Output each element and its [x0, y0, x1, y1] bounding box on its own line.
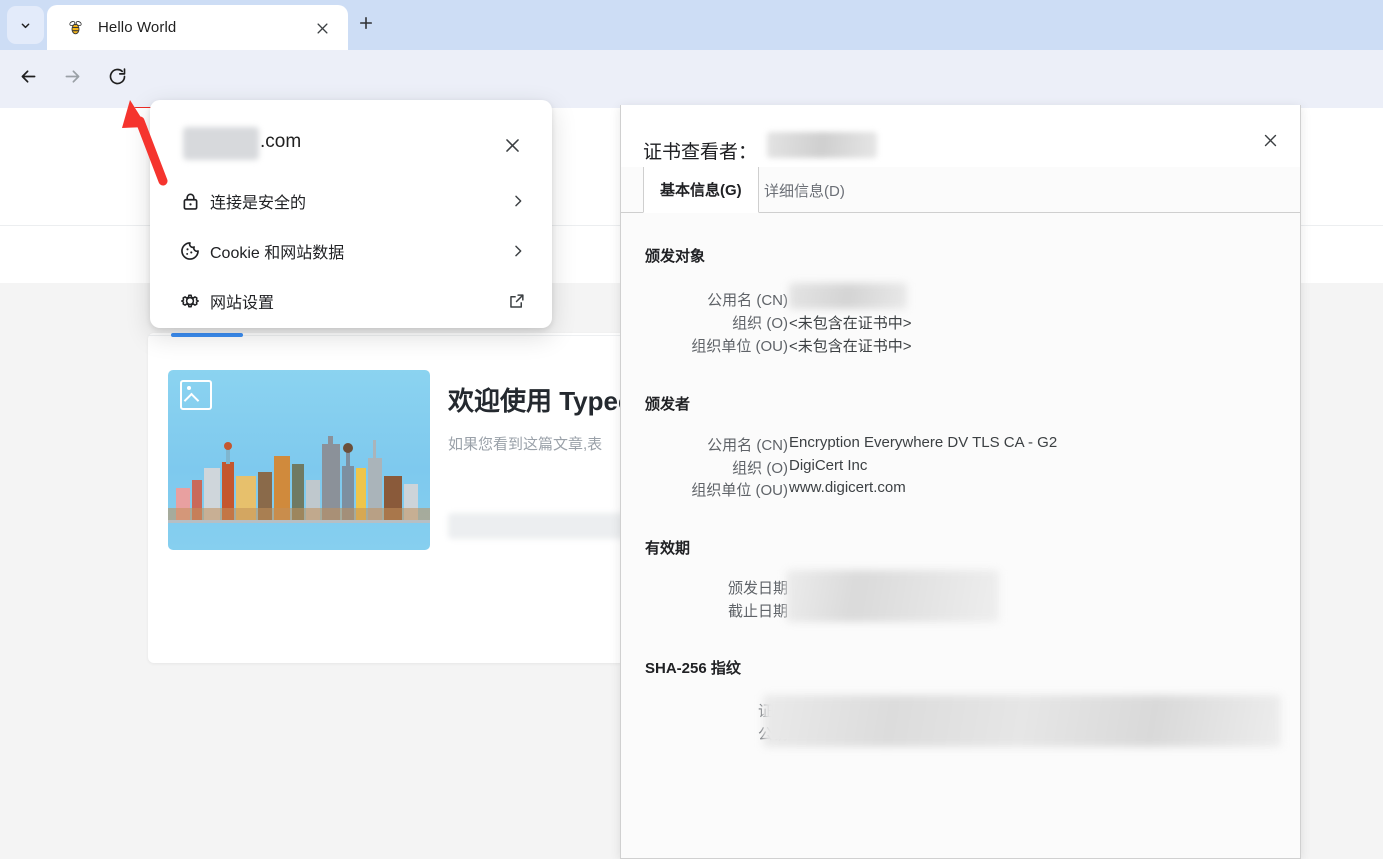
external-link-icon	[507, 292, 526, 311]
field-value: www.digicert.com	[789, 479, 906, 496]
field-label: 组织单位 (OU)	[691, 338, 788, 355]
field-value: <未包含在证书中>	[789, 338, 912, 355]
site-info-title: .com	[260, 131, 302, 152]
chevron-down-icon	[18, 18, 33, 33]
field-label: 截止日期	[727, 603, 788, 620]
chevron-right-icon	[510, 243, 526, 259]
site-info-row-cookies[interactable]: Cookie 和网站数据	[150, 226, 552, 276]
site-info-row-settings[interactable]: 网站设置	[150, 276, 552, 326]
post-excerpt: 如果您看到这篇文章,表	[448, 436, 603, 453]
subject-cn-redaction	[789, 283, 907, 309]
field-label: 公用名 (CN)	[707, 292, 788, 309]
certificate-close-button[interactable]	[1256, 129, 1284, 157]
section-heading-subject: 颁发对象	[645, 248, 706, 265]
active-tab-indicator	[171, 333, 243, 337]
tab-title: Hello World	[98, 19, 177, 36]
site-info-row-label: Cookie 和网站数据	[210, 245, 345, 262]
certificate-title-bar: 证书查看者：	[621, 105, 1300, 167]
browser-tab[interactable]: Hello World	[47, 5, 348, 51]
image-placeholder-icon	[180, 380, 212, 410]
gear-icon	[177, 290, 203, 312]
close-icon	[1262, 132, 1279, 154]
certificate-subject-redaction	[767, 132, 877, 158]
cookie-icon	[177, 240, 203, 262]
section-heading-issuer: 颁发者	[645, 396, 691, 413]
site-info-close-button[interactable]	[497, 130, 527, 160]
forward-button[interactable]	[55, 62, 89, 96]
tab-basic-info[interactable]: 基本信息(G)	[643, 167, 759, 213]
plus-icon	[357, 14, 375, 37]
close-icon[interactable]	[312, 18, 332, 38]
field-label: 颁发日期	[727, 580, 788, 597]
tab-search-button[interactable]	[7, 6, 44, 44]
site-info-row-label: 网站设置	[210, 295, 275, 312]
post-title[interactable]: 欢迎使用 Typech	[448, 381, 648, 418]
back-button[interactable]	[11, 62, 45, 96]
site-info-row-connection[interactable]: 连接是安全的	[150, 176, 552, 226]
arrow-right-icon	[62, 66, 83, 92]
section-heading-fingerprint: SHA-256 指纹	[645, 660, 741, 677]
certificate-viewer-dialog: 证书查看者： 基本信息(G) 详细信息(D) 颁发对象 公用名 (CN) 组织 …	[620, 105, 1301, 859]
section-heading-validity: 有效期	[645, 540, 691, 557]
tab-strip: Hello World	[0, 0, 1383, 51]
fingerprint-redaction	[763, 695, 1281, 747]
field-value: <未包含在证书中>	[789, 315, 912, 332]
lock-icon	[177, 191, 203, 212]
city-skyline-illustration	[168, 436, 430, 523]
bee-icon	[65, 18, 85, 38]
certificate-tab-bar: 基本信息(G) 详细信息(D)	[621, 167, 1300, 213]
post-thumbnail[interactable]	[168, 370, 430, 550]
certificate-dialog-title: 证书查看者：	[643, 142, 758, 163]
field-label: 组织 (O)	[732, 315, 788, 332]
arrow-left-icon	[18, 66, 39, 92]
validity-dates-redaction	[786, 570, 999, 622]
field-label: 组织 (O)	[732, 460, 788, 477]
reload-button[interactable]	[100, 62, 134, 96]
new-tab-button[interactable]	[350, 9, 382, 41]
tab-details[interactable]: 详细信息(D)	[748, 167, 861, 213]
site-info-row-label: 连接是安全的	[210, 195, 307, 212]
field-label: 公用名 (CN)	[707, 437, 788, 454]
reload-icon	[107, 66, 128, 92]
field-value: Encryption Everywhere DV TLS CA - G2	[789, 434, 1058, 451]
site-name-redaction	[183, 127, 259, 160]
chevron-right-icon	[510, 193, 526, 209]
field-label: 组织单位 (OU)	[691, 482, 788, 499]
certificate-body: 颁发对象 公用名 (CN) 组织 (O) <未包含在证书中> 组织单位 (OU)…	[621, 213, 1300, 858]
site-info-bubble: .com 连接是安全的 Cookie 和网站数据 网站设置	[150, 100, 552, 328]
field-value: DigiCert Inc	[789, 457, 868, 474]
